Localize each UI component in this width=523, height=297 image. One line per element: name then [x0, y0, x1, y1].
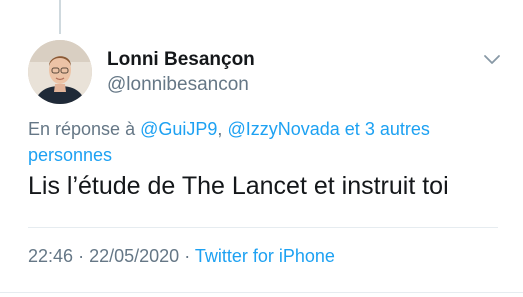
meta-dot: · — [78, 246, 85, 266]
reply-prefix: En réponse à — [28, 119, 136, 139]
tweet-source-link[interactable]: Twitter for iPhone — [195, 246, 335, 266]
mention-guijp9[interactable]: @GuiJP9 — [140, 119, 217, 139]
tweet-meta: 22:46 · 22/05/2020 · Twitter for iPhone — [28, 246, 335, 267]
tweet-time[interactable]: 22:46 — [28, 246, 73, 266]
author-handle[interactable]: @lonnibesancon — [107, 74, 249, 96]
thread-connector-line — [59, 0, 61, 34]
tweet-date[interactable]: 22/05/2020 — [89, 246, 179, 266]
tweet-card: Lonni Besançon @lonnibesancon En réponse… — [0, 0, 523, 297]
reply-context: En réponse à @GuiJP9, @IzzyNovada et 3 a… — [28, 116, 498, 168]
divider — [28, 227, 498, 228]
reply-separator: , — [217, 119, 223, 139]
author-display-name[interactable]: Lonni Besançon — [107, 49, 255, 71]
avatar[interactable] — [28, 40, 92, 104]
tweet-text: Lis l’étude de The Lancet et instruit to… — [28, 172, 449, 200]
chevron-down-icon[interactable] — [482, 52, 502, 68]
meta-dot: · — [184, 246, 191, 266]
reply-connector[interactable]: et — [345, 119, 360, 139]
avatar-image — [28, 40, 92, 104]
card-bottom-border — [0, 292, 523, 293]
mention-izzynovada[interactable]: @IzzyNovada — [227, 119, 339, 139]
